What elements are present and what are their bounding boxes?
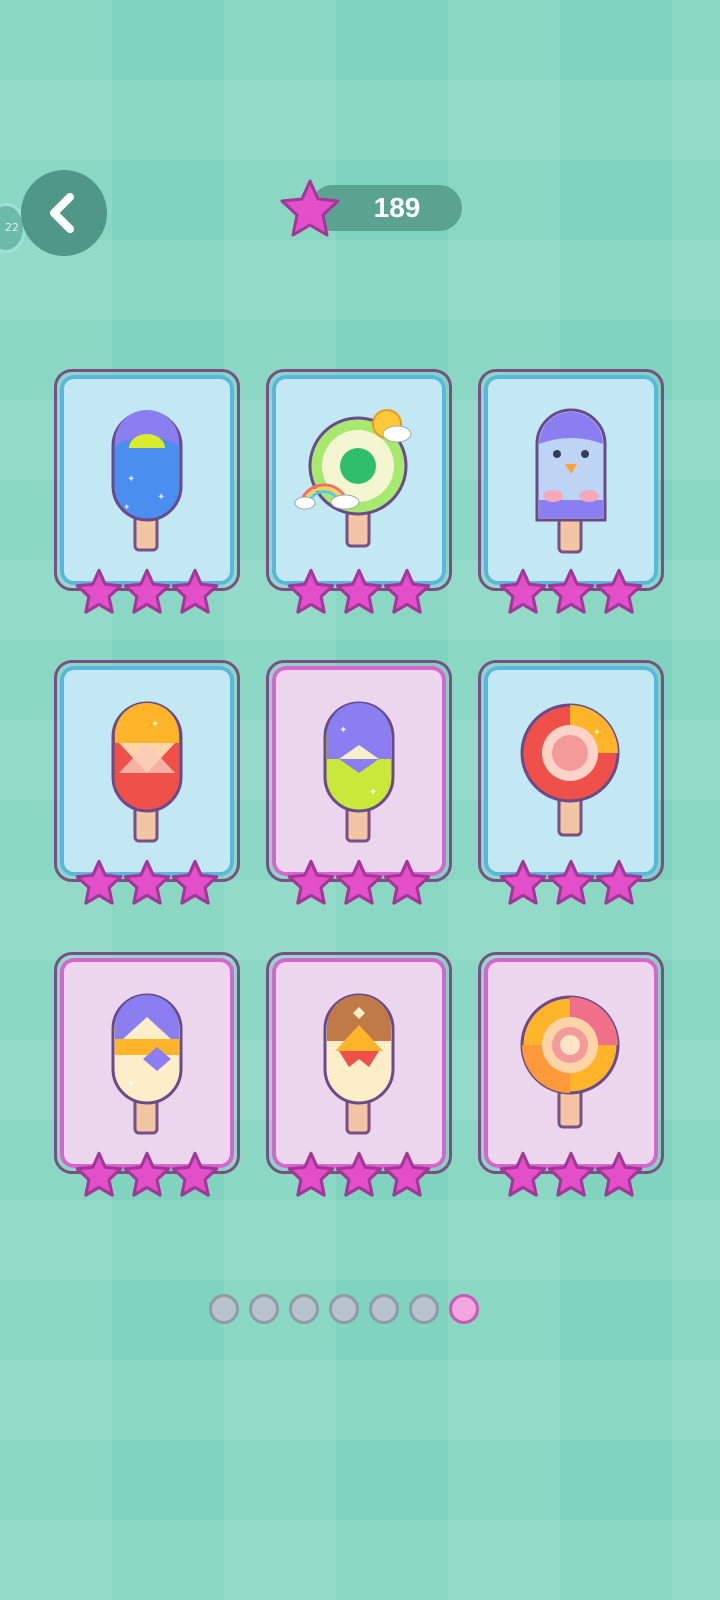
page-dot-3[interactable] bbox=[289, 1294, 319, 1324]
svg-text:✦: ✦ bbox=[151, 719, 159, 730]
star-icon bbox=[335, 568, 383, 614]
star-icon bbox=[123, 1151, 171, 1197]
page-dot-7-active[interactable] bbox=[449, 1294, 479, 1324]
popsicle-card-7[interactable]: ✦ bbox=[54, 952, 240, 1197]
star-icon bbox=[383, 1151, 431, 1197]
star-icon bbox=[335, 1151, 383, 1197]
star-icon bbox=[547, 568, 595, 614]
star-icon bbox=[287, 1151, 335, 1197]
card-stars bbox=[481, 568, 661, 616]
purple-green-popsicle-icon: ✦ ✦ bbox=[323, 701, 395, 843]
star-icon bbox=[287, 859, 335, 905]
orange-red-popsicle-icon: ✦ bbox=[111, 701, 183, 843]
star-icon bbox=[280, 179, 340, 237]
star-icon bbox=[499, 568, 547, 614]
popsicle-card-1[interactable]: ✦ ✦ ✦ bbox=[54, 369, 240, 614]
level-badge-text: 22 bbox=[5, 221, 19, 234]
star-icon bbox=[335, 859, 383, 905]
star-icon bbox=[595, 859, 643, 905]
popsicle-card-2[interactable] bbox=[266, 369, 452, 614]
star-icon bbox=[547, 1151, 595, 1197]
page-dot-1[interactable] bbox=[209, 1294, 239, 1324]
red-lollipop-icon: ✦ bbox=[520, 703, 620, 837]
star-icon bbox=[171, 1151, 219, 1197]
chocolate-popsicle-icon bbox=[323, 993, 395, 1135]
star-icon bbox=[499, 859, 547, 905]
star-icon bbox=[75, 568, 123, 614]
card-stars bbox=[57, 1151, 237, 1199]
svg-text:✦: ✦ bbox=[127, 1079, 135, 1090]
page-dot-2[interactable] bbox=[249, 1294, 279, 1324]
card-stars bbox=[481, 859, 661, 907]
star-icon bbox=[171, 859, 219, 905]
star-icon bbox=[595, 1151, 643, 1197]
svg-text:✦: ✦ bbox=[593, 728, 601, 738]
popsicle-card-3[interactable] bbox=[478, 369, 664, 614]
card-stars bbox=[269, 859, 449, 907]
star-icon bbox=[383, 859, 431, 905]
blue-popsicle-icon: ✦ ✦ ✦ bbox=[111, 410, 183, 552]
star-icon bbox=[499, 1151, 547, 1197]
page-indicator bbox=[209, 1294, 479, 1324]
star-icon bbox=[547, 859, 595, 905]
page-dot-5[interactable] bbox=[369, 1294, 399, 1324]
card-stars bbox=[57, 859, 237, 907]
svg-text:✦: ✦ bbox=[339, 725, 347, 736]
star-icon bbox=[171, 568, 219, 614]
star-icon bbox=[123, 859, 171, 905]
svg-text:✦: ✦ bbox=[369, 787, 377, 798]
page-dot-4[interactable] bbox=[329, 1294, 359, 1324]
star-icon bbox=[75, 859, 123, 905]
star-icon bbox=[75, 1151, 123, 1197]
card-stars bbox=[57, 568, 237, 616]
star-icon bbox=[595, 568, 643, 614]
chevron-left-icon bbox=[50, 193, 74, 233]
popsicle-card-8[interactable] bbox=[266, 952, 452, 1197]
card-stars bbox=[481, 1151, 661, 1199]
card-stars bbox=[269, 1151, 449, 1199]
star-icon bbox=[287, 568, 335, 614]
popsicle-card-4[interactable]: ✦ bbox=[54, 660, 240, 905]
svg-text:✦: ✦ bbox=[157, 492, 165, 503]
orange-lollipop-icon bbox=[520, 995, 620, 1129]
card-stars bbox=[269, 568, 449, 616]
star-icon bbox=[383, 568, 431, 614]
svg-text:✦: ✦ bbox=[123, 503, 131, 513]
popsicle-card-6[interactable]: ✦ bbox=[478, 660, 664, 905]
popsicle-card-5[interactable]: ✦ ✦ bbox=[266, 660, 452, 905]
page-dot-6[interactable] bbox=[409, 1294, 439, 1324]
back-button[interactable] bbox=[21, 170, 107, 256]
green-lollipop-icon bbox=[294, 409, 412, 548]
svg-text:✦: ✦ bbox=[127, 474, 135, 485]
purple-yellow-popsicle-icon: ✦ bbox=[111, 993, 183, 1135]
popsicle-card-9[interactable] bbox=[478, 952, 664, 1197]
penguin-popsicle-icon bbox=[535, 408, 607, 554]
star-icon bbox=[123, 568, 171, 614]
